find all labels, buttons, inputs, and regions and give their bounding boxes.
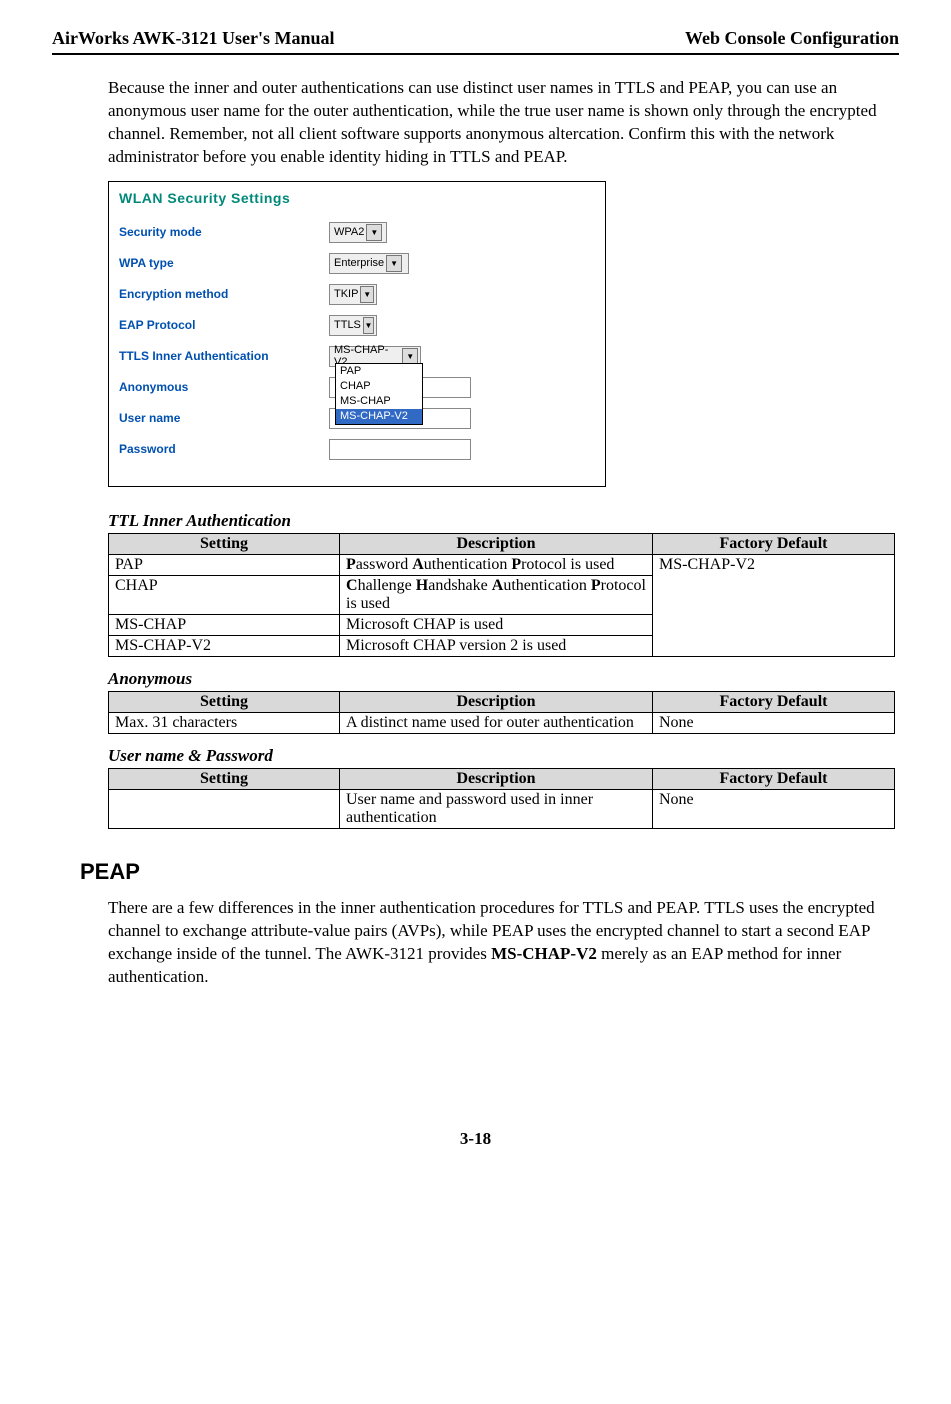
field-label: TTLS Inner Authentication bbox=[119, 349, 329, 363]
dropdown-option[interactable]: CHAP bbox=[336, 379, 422, 394]
select-field[interactable]: TTLS▼ bbox=[329, 315, 377, 336]
anonymous-table: SettingDescriptionFactory Default Max. 31… bbox=[108, 691, 895, 734]
chevron-down-icon[interactable]: ▼ bbox=[363, 317, 374, 334]
select-field[interactable]: TKIP▼ bbox=[329, 284, 377, 305]
form-row: WPA typeEnterprise▼ bbox=[119, 253, 595, 274]
dropdown-option[interactable]: MS-CHAP bbox=[336, 394, 422, 409]
field-label: Password bbox=[119, 442, 329, 456]
header-right: Web Console Configuration bbox=[685, 28, 899, 49]
page-header: AirWorks AWK-3121 User's Manual Web Cons… bbox=[52, 28, 899, 55]
cell-description: Microsoft CHAP version 2 is used bbox=[340, 635, 653, 656]
form-row: Password bbox=[119, 439, 595, 460]
page-number: 3-18 bbox=[52, 1129, 899, 1149]
field-label: Security mode bbox=[119, 225, 329, 239]
select-field[interactable]: WPA2▼ bbox=[329, 222, 387, 243]
wlan-security-screenshot: WLAN Security Settings Security modeWPA2… bbox=[108, 181, 606, 487]
cell-description: Password Authentication Protocol is used bbox=[340, 554, 653, 575]
cell-factory-default: None bbox=[653, 789, 895, 828]
column-header: Setting bbox=[109, 691, 340, 712]
ttls-inner-auth-dropdown-list[interactable]: PAPCHAPMS-CHAPMS-CHAP-V2 bbox=[335, 363, 423, 425]
cell-setting: MS-CHAP bbox=[109, 614, 340, 635]
screenshot-title: WLAN Security Settings bbox=[119, 190, 595, 206]
column-header: Factory Default bbox=[653, 533, 895, 554]
text-input[interactable] bbox=[329, 439, 471, 460]
intro-paragraph: Because the inner and outer authenticati… bbox=[108, 77, 899, 169]
cell-description: Challenge Handshake Authentication Proto… bbox=[340, 575, 653, 614]
dropdown-option[interactable]: MS-CHAP-V2 bbox=[336, 409, 422, 424]
select-field[interactable]: Enterprise▼ bbox=[329, 253, 409, 274]
cell-factory-default: MS-CHAP-V2 bbox=[653, 554, 895, 656]
cell-description: Microsoft CHAP is used bbox=[340, 614, 653, 635]
dropdown-option[interactable]: PAP bbox=[336, 364, 422, 379]
column-header: Description bbox=[340, 768, 653, 789]
column-header: Setting bbox=[109, 533, 340, 554]
cell-setting: Max. 31 characters bbox=[109, 712, 340, 733]
column-header: Setting bbox=[109, 768, 340, 789]
form-row: EAP ProtocolTTLS▼ bbox=[119, 315, 595, 336]
field-label: User name bbox=[119, 411, 329, 425]
field-label: WPA type bbox=[119, 256, 329, 270]
chevron-down-icon[interactable]: ▼ bbox=[366, 224, 382, 241]
cell-description: User name and password used in inner aut… bbox=[340, 789, 653, 828]
select-value: TTLS bbox=[334, 319, 361, 331]
field-label: Encryption method bbox=[119, 287, 329, 301]
select-value: TKIP bbox=[334, 288, 358, 300]
peap-heading: PEAP bbox=[80, 859, 899, 885]
field-label: Anonymous bbox=[119, 380, 329, 394]
column-header: Factory Default bbox=[653, 768, 895, 789]
header-left: AirWorks AWK-3121 User's Manual bbox=[52, 28, 335, 49]
table1-title: TTL Inner Authentication bbox=[108, 511, 899, 531]
cell-setting: MS-CHAP-V2 bbox=[109, 635, 340, 656]
table3-title: User name & Password bbox=[108, 746, 899, 766]
column-header: Factory Default bbox=[653, 691, 895, 712]
ttl-inner-auth-table: SettingDescriptionFactory Default PAPPass… bbox=[108, 533, 895, 657]
column-header: Description bbox=[340, 691, 653, 712]
cell-setting: PAP bbox=[109, 554, 340, 575]
form-row: Encryption methodTKIP▼ bbox=[119, 284, 595, 305]
chevron-down-icon[interactable]: ▼ bbox=[386, 255, 402, 272]
cell-setting bbox=[109, 789, 340, 828]
cell-factory-default: None bbox=[653, 712, 895, 733]
peap-paragraph: There are a few differences in the inner… bbox=[108, 897, 899, 989]
select-value: WPA2 bbox=[334, 226, 364, 238]
field-label: EAP Protocol bbox=[119, 318, 329, 332]
chevron-down-icon[interactable]: ▼ bbox=[360, 286, 374, 303]
select-value: Enterprise bbox=[334, 257, 384, 269]
column-header: Description bbox=[340, 533, 653, 554]
cell-setting: CHAP bbox=[109, 575, 340, 614]
cell-description: A distinct name used for outer authentic… bbox=[340, 712, 653, 733]
form-row: Security modeWPA2▼ bbox=[119, 222, 595, 243]
table2-title: Anonymous bbox=[108, 669, 899, 689]
username-password-table: SettingDescriptionFactory DefaultUser na… bbox=[108, 768, 895, 829]
